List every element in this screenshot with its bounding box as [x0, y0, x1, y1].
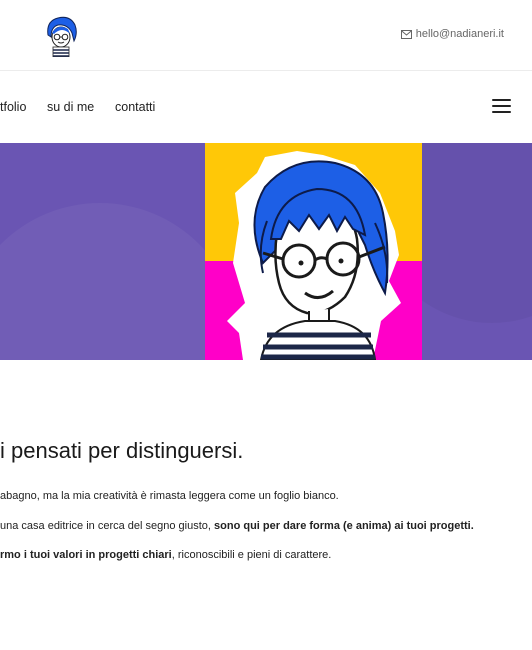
intro-paragraph-3: rmo i tuoi valori in progetti chiari, ri…: [0, 549, 331, 561]
top-bar: hello@nadianeri.it: [0, 0, 532, 71]
envelope-icon: [400, 29, 412, 39]
hamburger-menu-icon[interactable]: [492, 99, 511, 113]
main-nav: tfolio su di me contatti: [0, 71, 532, 143]
intro-paragraph-1: abagno, ma la mia creatività è rimasta l…: [0, 490, 339, 502]
intro-paragraph-2: una casa editrice in cerca del segno giu…: [0, 520, 474, 532]
portrait-illustration: [205, 143, 422, 360]
intro-paragraph-3-bold: rmo i tuoi valori in progetti chiari: [0, 549, 172, 561]
nav-link-contatti[interactable]: contatti: [115, 100, 155, 114]
email-text: hello@nadianeri.it: [415, 28, 504, 40]
intro-paragraph-2-text: una casa editrice in cerca del segno giu…: [0, 520, 215, 532]
avatar-logo-icon[interactable]: [44, 15, 78, 58]
nav-link-su-di-me[interactable]: su di me: [47, 100, 94, 114]
intro-paragraph-2-bold: sono qui per dare forma (e anima) ai tuo…: [214, 520, 474, 532]
nav-link-portfolio[interactable]: tfolio: [0, 100, 26, 114]
intro-paragraph-3-text: , riconoscibili e pieni di carattere.: [171, 549, 332, 561]
email-link[interactable]: hello@nadianeri.it: [400, 28, 504, 40]
hero-banner: [0, 143, 532, 360]
intro-headline: i pensati per distinguersi.: [0, 438, 244, 463]
